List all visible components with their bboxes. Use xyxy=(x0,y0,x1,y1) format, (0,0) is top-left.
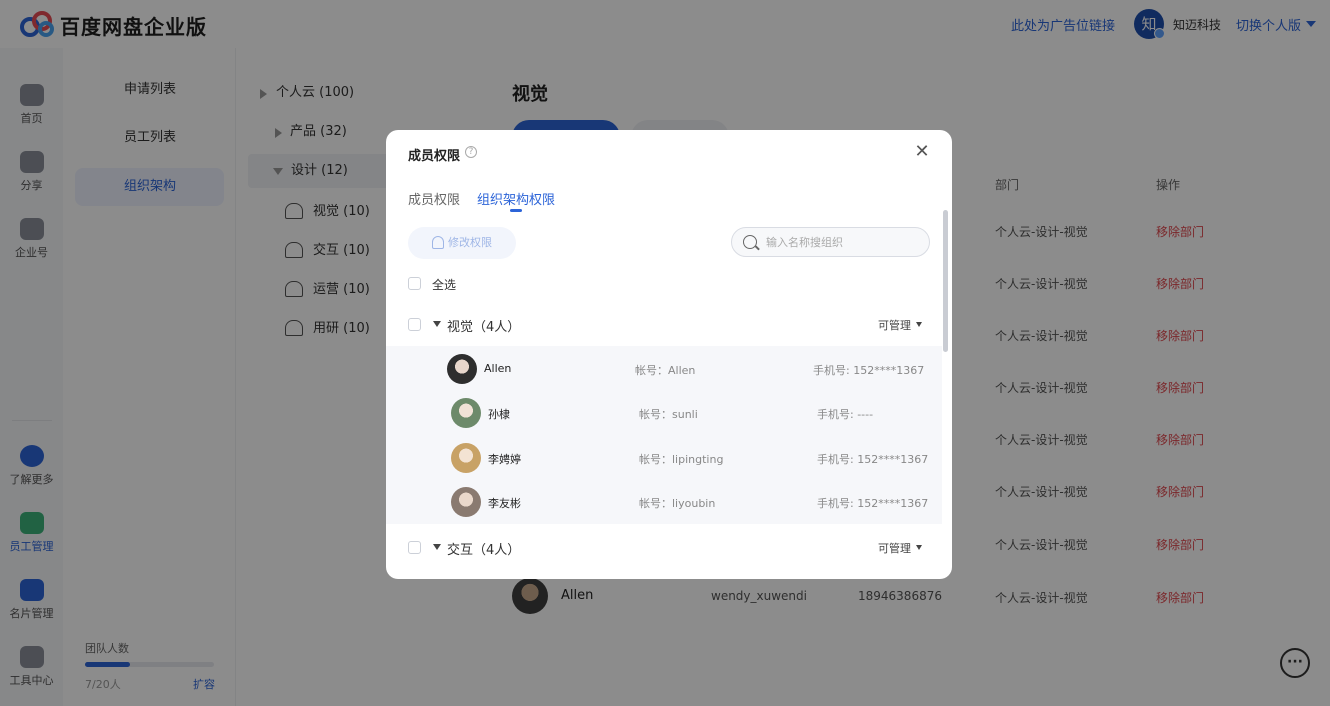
member-name: 李友彬 xyxy=(488,497,521,510)
tab-org-permission[interactable]: 组织架构权限 xyxy=(477,189,555,208)
select-all-checkbox[interactable] xyxy=(408,277,421,290)
group-name: 视觉（4人） xyxy=(447,320,521,335)
member-phone: 手机号: 152****1367 xyxy=(817,497,929,510)
avatar xyxy=(451,487,481,517)
edit-permission-button[interactable]: 修改权限 xyxy=(408,227,516,259)
org-search[interactable] xyxy=(731,227,930,257)
avatar xyxy=(451,398,481,428)
member-name: 李娉婷 xyxy=(488,453,521,466)
group-permission-select[interactable]: 可管理 xyxy=(878,317,911,333)
avatar xyxy=(451,443,481,473)
active-tab-indicator xyxy=(510,209,522,212)
close-icon[interactable]: ✕ xyxy=(914,143,930,161)
member-permission-modal: 成员权限 ? ✕ 成员权限 组织架构权限 修改权限 全选 视觉（4人） 可管理 … xyxy=(386,130,952,579)
member-phone: 手机号: 152****1367 xyxy=(813,364,925,377)
help-icon[interactable]: ? xyxy=(465,146,477,158)
caret-down-icon[interactable] xyxy=(916,545,922,550)
select-all-label: 全选 xyxy=(432,278,457,292)
avatar xyxy=(447,354,477,384)
modal-scrollbar[interactable] xyxy=(943,210,948,352)
collapse-arrow-icon[interactable] xyxy=(433,321,441,327)
caret-down-icon[interactable] xyxy=(916,322,922,327)
member-name: 孙棣 xyxy=(488,408,510,421)
collapse-arrow-icon[interactable] xyxy=(433,544,441,550)
member-list: Allen 帐号：Allen 手机号: 152****1367 孙棣 帐号：su… xyxy=(386,346,942,524)
member-phone: 手机号: ---- xyxy=(817,408,874,421)
member-account: 帐号：liyoubin xyxy=(639,497,716,510)
edit-permission-label: 修改权限 xyxy=(448,236,492,249)
group-name: 交互（4人） xyxy=(447,543,521,558)
member-account: 帐号：lipingting xyxy=(639,453,724,466)
tab-member-permission[interactable]: 成员权限 xyxy=(408,189,460,208)
member-account: 帐号：Allen xyxy=(635,364,696,377)
member-phone: 手机号: 152****1367 xyxy=(817,453,929,466)
org-search-input[interactable] xyxy=(766,232,921,252)
member-name: Allen xyxy=(484,362,512,375)
member-account: 帐号：sunli xyxy=(639,408,698,421)
group-permission-select[interactable]: 可管理 xyxy=(878,540,911,556)
modal-title: 成员权限 xyxy=(408,149,461,164)
group-checkbox[interactable] xyxy=(408,541,421,554)
user-edit-icon xyxy=(432,236,444,249)
group-checkbox[interactable] xyxy=(408,318,421,331)
search-icon xyxy=(743,235,757,249)
